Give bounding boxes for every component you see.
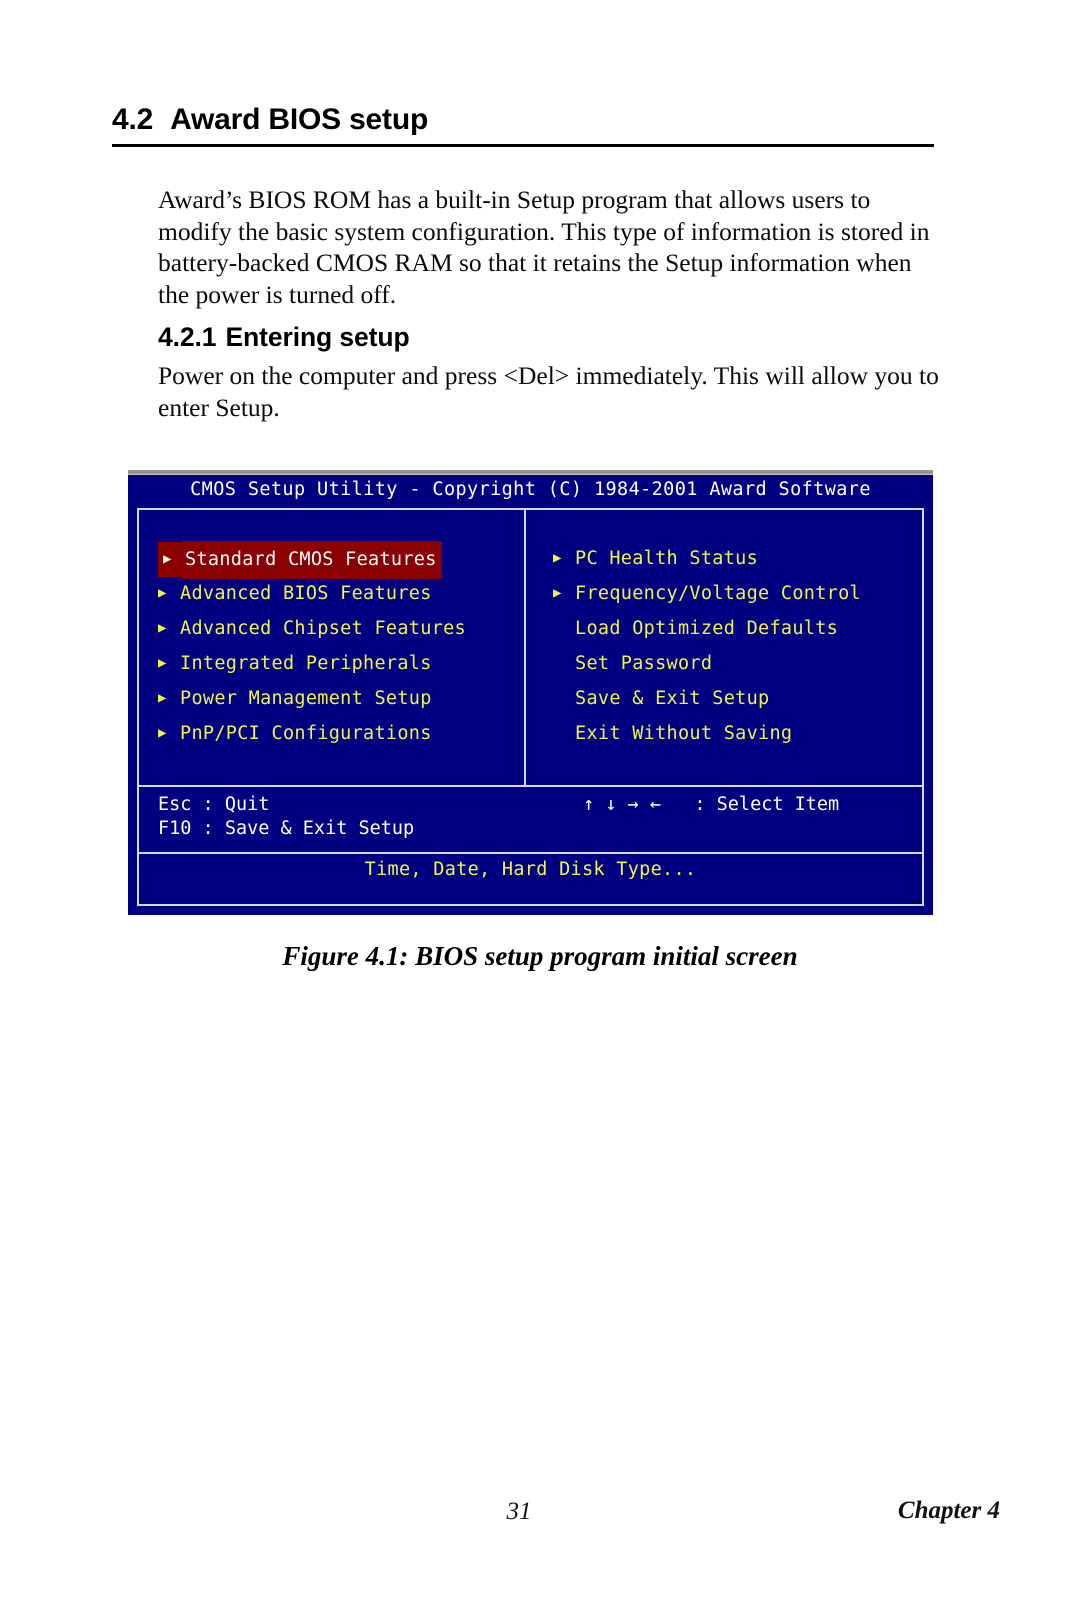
bios-menu-item-label: Frequency/Voltage Control <box>575 583 861 604</box>
bios-menu-item-label: Advanced BIOS Features <box>180 583 432 604</box>
bios-menu-item-label: Set Password <box>575 653 713 674</box>
menu-bullet-triangle-icon: ▶ <box>158 542 182 577</box>
bios-help-keys-left: Esc : Quit F10 : Save & Exit Setup <box>158 794 415 839</box>
section-title: Award BIOS setup <box>170 103 429 136</box>
bios-menu-item-label: Power Management Setup <box>180 688 432 709</box>
subsection-heading: 4.2.1 Entering setup <box>158 322 410 353</box>
menu-bullet-triangle-icon: ▶ <box>158 725 167 741</box>
menu-bullet-triangle-icon: ▶ <box>158 585 167 601</box>
bios-menu-item[interactable]: ▶ Advanced Chipset Features <box>158 611 518 646</box>
menu-bullet-spacer: ▶ <box>553 611 575 646</box>
intro-paragraph-block: Award’s BIOS ROM has a built-in Setup pr… <box>158 184 936 310</box>
subsection-paragraph-block: Power on the computer and press <Del> im… <box>158 360 940 423</box>
bios-menu-item-label: PC Health Status <box>575 548 759 569</box>
menu-bullet-triangle-icon: ▶ <box>553 585 562 601</box>
bios-menu-item[interactable]: ▶Set Password <box>553 646 913 681</box>
bios-column-divider <box>524 508 526 785</box>
bios-menu-item[interactable]: ▶ PC Health Status <box>553 541 913 576</box>
bios-menu-item[interactable]: ▶ Power Management Setup <box>158 681 518 716</box>
bios-menu-item[interactable]: ▶ Standard CMOS Features <box>158 541 442 579</box>
bios-menu-item-label: PnP/PCI Configurations <box>180 723 432 744</box>
bios-right-menu: ▶ PC Health Status ▶ Frequency/Voltage Cont… <box>553 541 913 751</box>
section-divider-rule <box>112 144 934 147</box>
bios-menu-item[interactable]: ▶ PnP/PCI Configurations <box>158 716 518 751</box>
chapter-label: Chapter 4 <box>897 1497 1000 1524</box>
page-number: 31 <box>506 1498 532 1525</box>
bios-title-bar: CMOS Setup Utility - Copyright (C) 1984-… <box>190 479 871 500</box>
bios-menu-item[interactable]: ▶ Advanced BIOS Features <box>158 576 518 611</box>
intro-paragraph: Award’s BIOS ROM has a built-in Setup pr… <box>158 185 930 309</box>
bios-left-menu: ▶ Standard CMOS Features ▶ Advanced BIOS Fe… <box>158 541 518 751</box>
bios-menu-item-label: Standard CMOS Features <box>182 541 442 579</box>
subsection-paragraph: Power on the computer and press <Del> im… <box>158 361 939 422</box>
bios-help-divider <box>137 785 924 787</box>
menu-bullet-spacer: ▶ <box>553 646 575 681</box>
section-heading: 4.2 Award BIOS setup <box>112 103 934 147</box>
bios-status-line: Time, Date, Hard Disk Type... <box>364 859 697 880</box>
bios-menu-item[interactable]: ▶Save & Exit Setup <box>553 681 913 716</box>
bios-status-divider <box>137 852 924 854</box>
bios-menu-item-label: Integrated Peripherals <box>180 653 432 674</box>
menu-bullet-triangle-icon: ▶ <box>553 550 562 566</box>
bios-menu-item-label: Load Optimized Defaults <box>575 618 839 639</box>
menu-bullet-spacer: ▶ <box>553 716 575 751</box>
document-page: 4.2 Award BIOS setup Award’s BIOS ROM ha… <box>0 0 1080 1618</box>
bios-menu-item[interactable]: ▶Exit Without Saving <box>553 716 913 751</box>
bios-setup-screen: CMOS Setup Utility - Copyright (C) 1984-… <box>128 475 933 915</box>
menu-bullet-triangle-icon: ▶ <box>158 620 167 636</box>
bios-menu-item[interactable]: ▶Load Optimized Defaults <box>553 611 913 646</box>
section-number: 4.2 <box>112 103 154 136</box>
subsection-number: 4.2.1 <box>158 322 217 352</box>
bios-menu-item-label: Advanced Chipset Features <box>180 618 466 639</box>
menu-bullet-triangle-icon: ▶ <box>158 655 167 671</box>
bios-help-keys-right: ↑ ↓ → ← : Select Item <box>583 794 840 815</box>
bios-menu-item-label: Exit Without Saving <box>575 723 793 744</box>
menu-bullet-triangle-icon: ▶ <box>158 690 167 706</box>
bios-menu-item[interactable]: ▶ Integrated Peripherals <box>158 646 518 681</box>
bios-menu-item[interactable]: ▶ Frequency/Voltage Control <box>553 576 913 611</box>
bios-menu-item-label: Save & Exit Setup <box>575 688 770 709</box>
menu-bullet-spacer: ▶ <box>553 681 575 716</box>
bios-figure: CMOS Setup Utility - Copyright (C) 1984-… <box>128 470 933 915</box>
figure-caption: Figure 4.1: BIOS setup program initial s… <box>282 941 798 971</box>
subsection-title: Entering setup <box>225 322 410 352</box>
